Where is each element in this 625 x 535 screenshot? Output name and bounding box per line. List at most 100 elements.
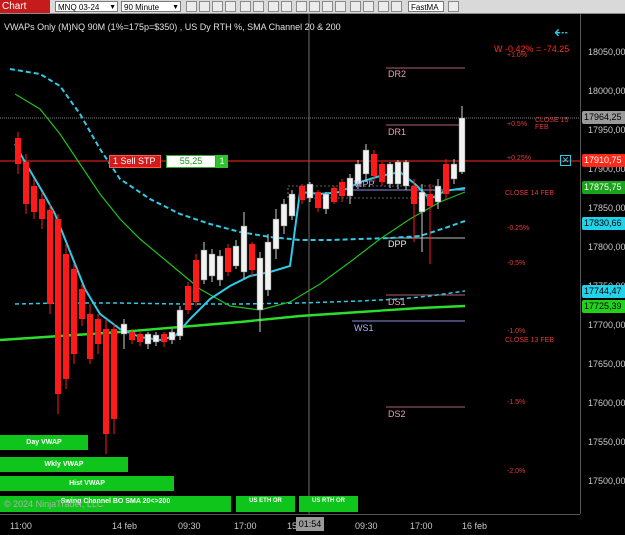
price-tick: 17700,00 [588,320,625,330]
toolbar-tool-2[interactable] [199,1,210,12]
toolbar-tool-6[interactable] [253,1,264,12]
day-vwap-button[interactable]: Day VWAP [0,435,88,450]
order-quantity[interactable]: 1 [216,155,228,168]
candle-body [280,203,288,227]
toolbar-tool-7[interactable] [268,1,279,12]
candle-body [264,241,272,291]
close-icon[interactable]: ✕ [560,155,571,166]
candle-body [443,164,449,194]
us-rth-or-button[interactable]: US RTH OR [299,496,358,512]
time-tick: 09:30 [355,521,378,531]
instrument-selector[interactable]: MNQ 03-24 ▼ [55,1,118,12]
strategy-selector[interactable]: FastMA [408,1,444,12]
arrow-left-icon[interactable]: ⇠ [554,23,568,43]
candle-body [418,191,426,213]
candle-body [434,185,442,203]
chart-tab[interactable]: Chart [0,0,50,13]
toolbar-tool-14[interactable] [363,1,374,12]
chevron-down-icon: ▼ [109,4,116,11]
candle-body [394,161,402,185]
close-label: CLOSE 13 FEB [505,337,555,344]
candle-body [39,199,45,219]
candle-body [371,154,377,176]
price-axis[interactable]: 18050,00 18000,00 17950,00 17900,00 1785… [580,14,625,514]
pivot-label-ds1: DS1 [388,297,406,307]
candle-body [120,323,128,335]
hist-vwap-button[interactable]: Hist VWAP [0,476,174,491]
time-axis[interactable]: 11:00 14 feb 09:30 17:00 15 09:30 17:00 … [0,514,580,535]
sma-slow-line [0,304,466,342]
price-tick: 17500,00 [588,476,625,486]
candle-body [111,329,117,419]
price-tick: 17950,00 [588,125,625,135]
candle-body [427,194,433,206]
toolbar-tool-3[interactable] [212,1,223,12]
candle-body [15,138,21,164]
weekly-vwap-button[interactable]: Wkly VWAP [0,457,128,472]
price-tick: 17650,00 [588,359,625,369]
candle-body [249,244,255,270]
candle-body [225,248,231,272]
time-tick: 11:00 [10,521,32,531]
toolbar-tool-11[interactable] [322,1,333,12]
sma-slow-marker: 17725,39 [582,300,625,313]
toolbar-tool-10[interactable] [309,1,320,12]
toolbar-tool-16[interactable] [391,1,402,12]
toolbar-tool-5[interactable] [240,1,251,12]
crosshair-time-marker: 01:54 [296,517,324,531]
candle-body [168,331,176,341]
candle-body [346,177,354,197]
time-tick: 14 feb [112,521,138,531]
last-price-marker: 17964,25 [582,111,625,124]
toolbar-tool-1[interactable] [186,1,197,12]
candle-body [63,254,69,379]
chart-toolbar: Chart MNQ 03-24 ▼ 90 Minute ▼ FastMA [0,0,625,14]
pivot-label-dr1: DR1 [388,127,407,137]
candle-body [193,260,199,302]
sma-fast-marker: 17875,75 [582,181,625,194]
toolbar-tool-8[interactable] [281,1,292,12]
candle-body [208,253,216,277]
toolbar-tool-17[interactable] [448,1,459,12]
chevron-down-icon: ▼ [172,4,179,11]
candle-body [103,329,109,434]
toolbar-tool-9[interactable] [296,1,307,12]
instrument-value: MNQ 03-24 [58,3,100,12]
copyright-text: © 2024 NinjaTrader, LLC [4,499,104,509]
sell-stop-order-button[interactable]: 1 Sell STP [109,155,161,168]
price-tick: 17800,00 [588,242,625,252]
candle-body [71,269,77,354]
candle-body [216,255,224,281]
candle-body [79,289,85,319]
pct-label: +1.0% [507,52,528,59]
price-tick: 18050,00 [588,47,625,57]
close-label: CLOSE 15 FEB [535,117,569,131]
pct-label: -1.0% [507,328,526,335]
timeframe-selector[interactable]: 90 Minute ▼ [121,1,181,12]
time-tick: 17:00 [234,521,257,531]
close-label: CLOSE 14 FEB [505,190,555,197]
toolbar-tool-4[interactable] [225,1,236,12]
candle-body [161,334,167,342]
candle-body [200,249,208,281]
toolbar-tool-13[interactable] [350,1,361,12]
pivot-label-wpp: WPP [354,179,375,189]
candle-body [55,219,61,394]
candle-body [411,186,417,204]
time-tick: 09:30 [178,521,201,531]
price-tick: 17550,00 [588,437,625,447]
candle-body [31,186,37,212]
chart-panel[interactable]: VWAPs Only (M)NQ 90M (1%=175p=$350) , US… [0,14,580,514]
candle-body [232,245,240,267]
us-eth-or-button[interactable]: US ETH OR [236,496,295,512]
candle-body [315,192,321,208]
order-price-field[interactable]: 55,25 [166,155,216,168]
toolbar-tool-15[interactable] [378,1,389,12]
pivot-label-ws1: WS1 [354,323,374,333]
candle-body [386,163,394,185]
candle-body [306,183,314,199]
candle-body [458,117,466,173]
toolbar-tool-12[interactable] [335,1,346,12]
candle-body [450,163,458,180]
pct-label: +0.25% [507,155,531,162]
